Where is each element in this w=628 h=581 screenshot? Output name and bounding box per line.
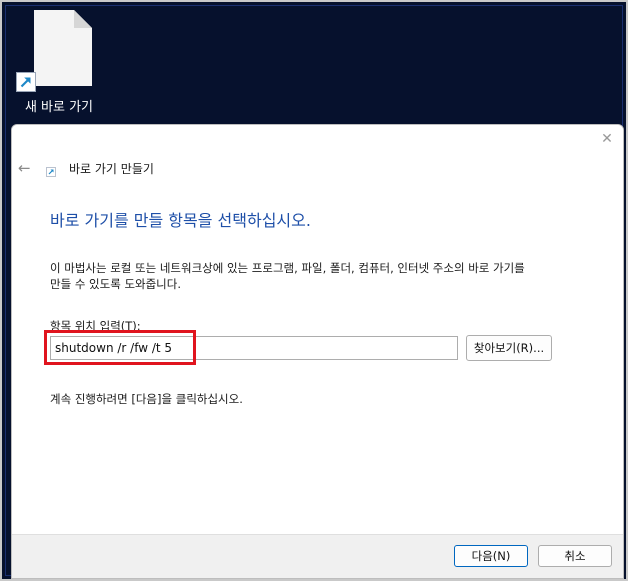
close-icon[interactable]: ✕ — [599, 131, 615, 147]
browse-button[interactable]: 찾아보기(R)... — [466, 335, 552, 361]
footer-divider — [12, 534, 623, 535]
continue-hint: 계속 진행하려면 [다음]을 클릭하십시오. — [50, 392, 243, 406]
dialog-content: ✕ ← 바로 가기 만들기 바로 가기를 만들 항목을 선택하십시오. 이 마법… — [12, 125, 623, 534]
back-arrow-icon[interactable]: ← — [18, 159, 36, 177]
description-line: 만들 수 있도록 도와줍니다. — [50, 277, 182, 291]
description-line: 이 마법사는 로컬 또는 네트워크상에 있는 프로그램, 파일, 폴더, 컴퓨터… — [50, 261, 525, 275]
cancel-button[interactable]: 취소 — [538, 545, 612, 567]
screen-frame: 새 바로 가기 ✕ ← 바로 가기 만들기 바로 가기를 만들 항목을 선택하십… — [0, 0, 628, 581]
red-highlight-box — [44, 330, 196, 365]
shortcut-arrow-icon — [16, 72, 36, 92]
next-button[interactable]: 다음(N) — [454, 545, 528, 567]
wizard-description: 이 마법사는 로컬 또는 네트워크상에 있는 프로그램, 파일, 폴더, 컴퓨터… — [50, 260, 610, 292]
create-shortcut-dialog: ✕ ← 바로 가기 만들기 바로 가기를 만들 항목을 선택하십시오. 이 마법… — [11, 124, 624, 579]
shortcut-wizard-icon — [46, 167, 56, 177]
page-heading: 바로 가기를 만들 항목을 선택하십시오. — [50, 211, 311, 230]
blank-file-icon — [34, 10, 92, 86]
desktop-icon-label: 새 바로 가기 — [24, 100, 94, 115]
desktop-shortcut-icon[interactable]: 새 바로 가기 — [16, 8, 102, 118]
wizard-title: 바로 가기 만들기 — [69, 162, 154, 176]
